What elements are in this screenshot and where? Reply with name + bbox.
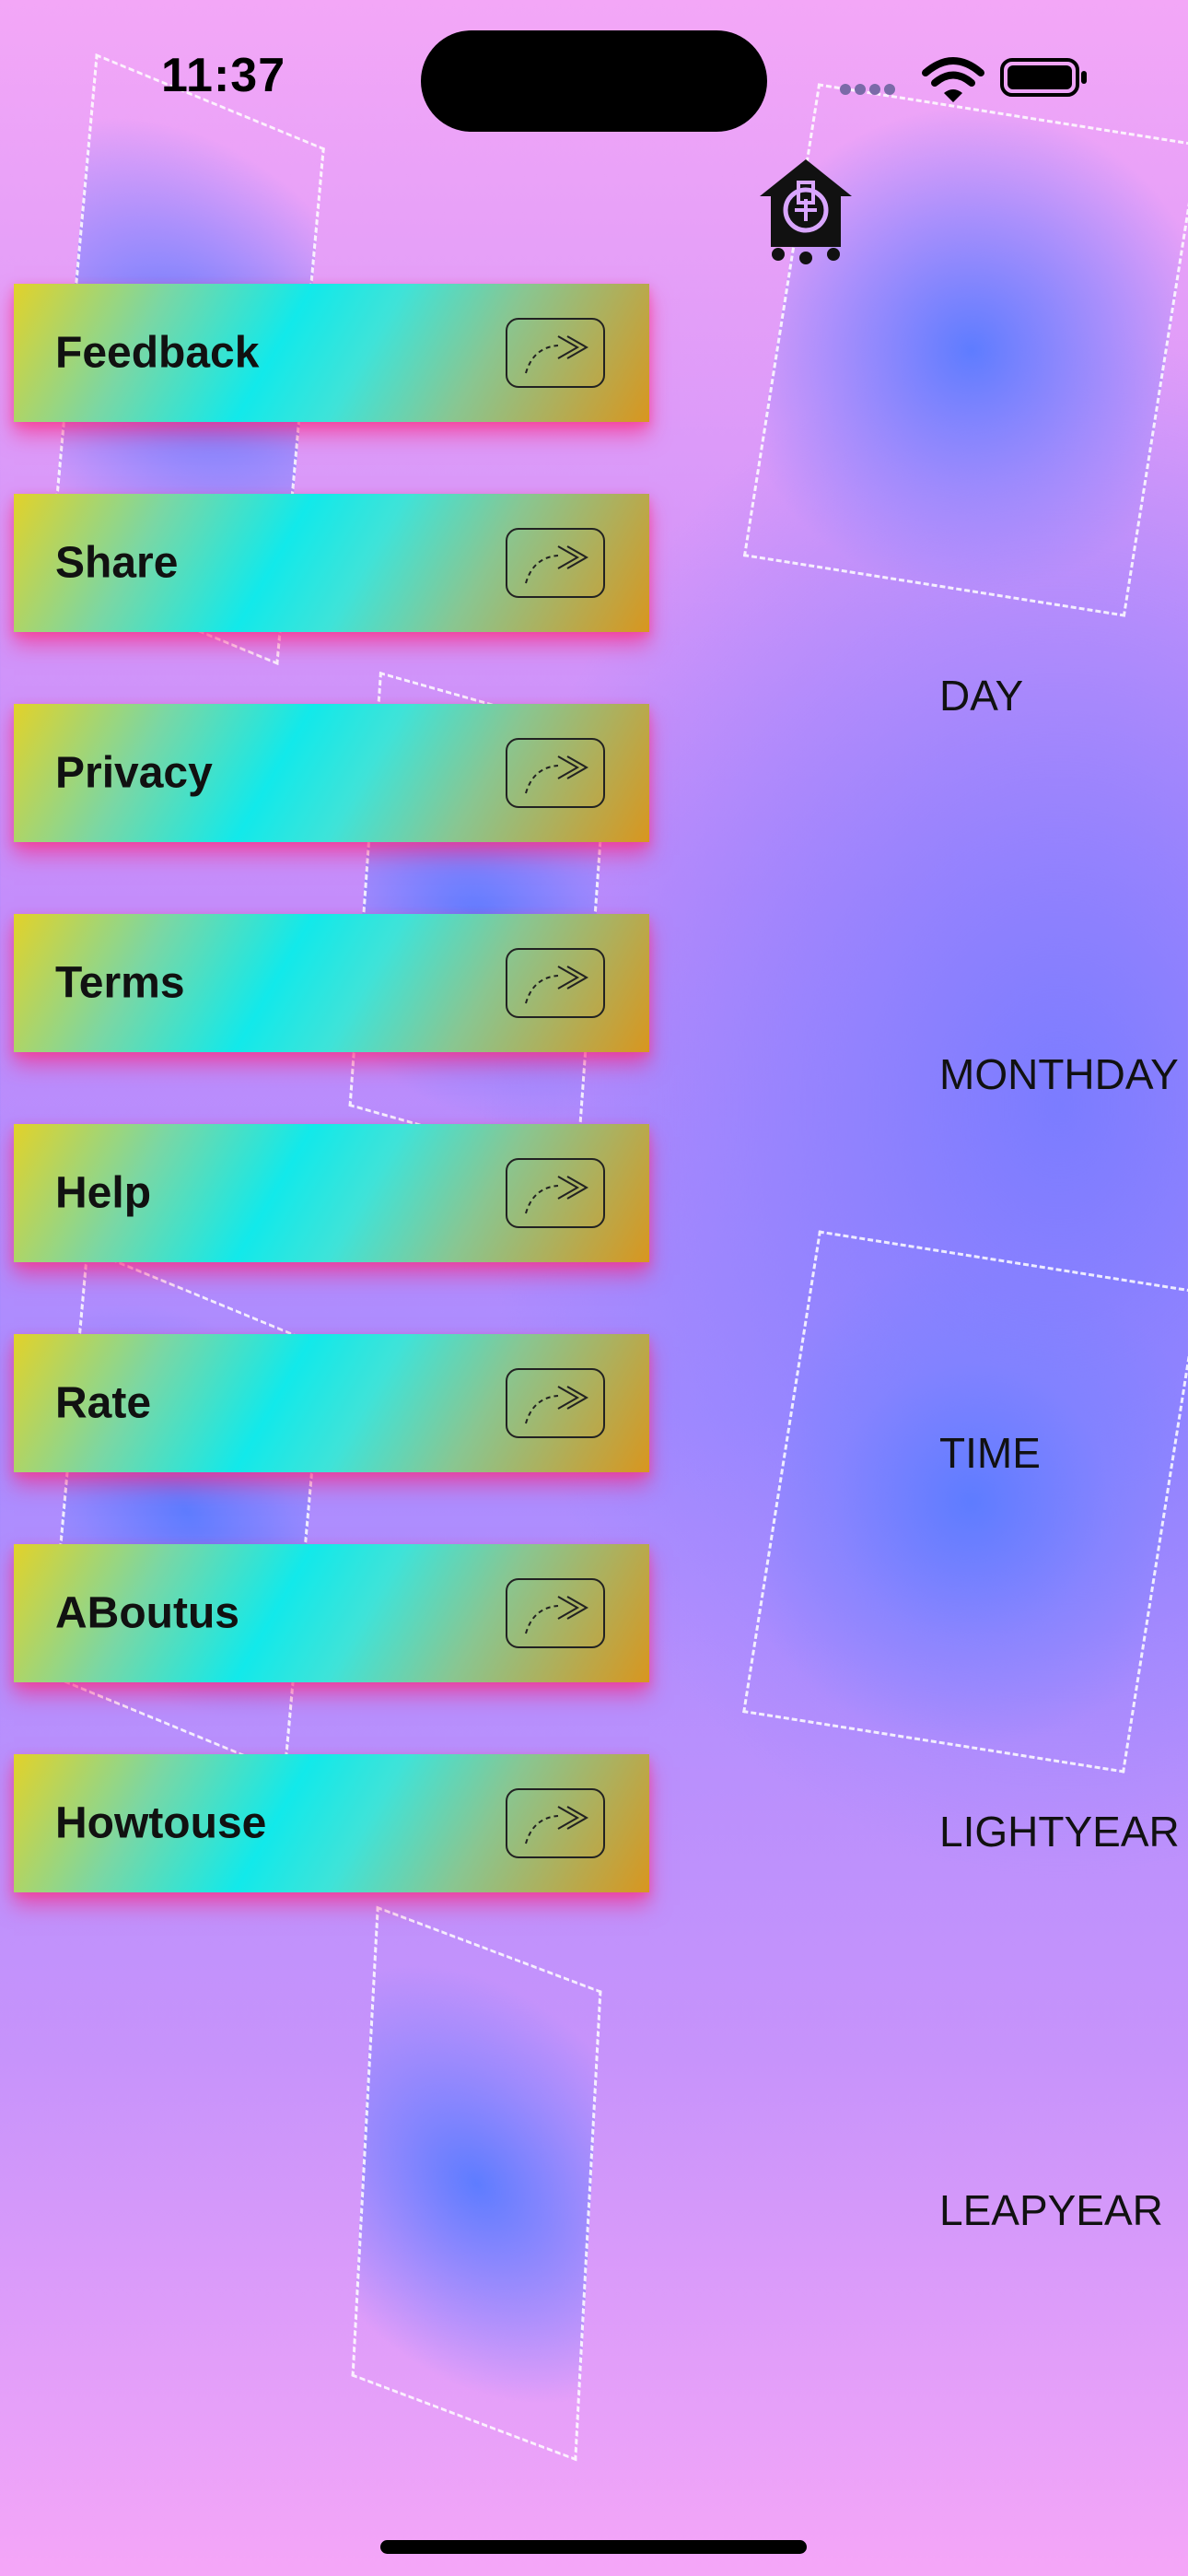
privacy-button[interactable]: Privacy [14, 704, 649, 842]
aboutus-button[interactable]: ABoutus [14, 1544, 649, 1682]
feedback-button[interactable]: Feedback [14, 284, 649, 422]
menu-item-label: Howtouse [55, 1798, 267, 1848]
menu-item-label: ABoutus [55, 1588, 239, 1638]
wifi-icon [922, 57, 984, 102]
arrow-forward-icon [506, 1368, 605, 1438]
arrow-forward-icon [506, 738, 605, 808]
status-time: 11:37 [161, 49, 286, 102]
unit-label-leapyear[interactable]: LEAPYEAR [939, 2185, 1163, 2235]
arrow-forward-icon [506, 1788, 605, 1858]
decorative-frame [351, 1905, 602, 2462]
menu-item-label: Feedback [55, 328, 260, 378]
unit-label-day[interactable]: DAY [939, 671, 1023, 720]
menu-item-label: Privacy [55, 748, 213, 798]
menu-item-label: Rate [55, 1378, 152, 1428]
share-button[interactable]: Share [14, 494, 649, 632]
birdhouse-logo-icon [760, 159, 852, 264]
battery-icon [1000, 58, 1087, 97]
dynamic-island [421, 30, 767, 132]
cellular-icon [840, 84, 895, 95]
menu-item-label: Terms [55, 958, 185, 1008]
decorative-frame [742, 1230, 1188, 1774]
unit-label-lightyear[interactable]: LIGHTYEAR [939, 1807, 1180, 1856]
terms-button[interactable]: Terms [14, 914, 649, 1052]
unit-label-monthday[interactable]: MONTHDAY [939, 1049, 1179, 1099]
howtouse-button[interactable]: Howtouse [14, 1754, 649, 1892]
home-indicator[interactable] [380, 2540, 807, 2554]
arrow-forward-icon [506, 528, 605, 598]
arrow-forward-icon [506, 948, 605, 1018]
decorative-frame [47, 1247, 325, 1774]
menu-item-label: Help [55, 1168, 152, 1218]
arrow-forward-icon [506, 318, 605, 388]
help-button[interactable]: Help [14, 1124, 649, 1262]
rate-button[interactable]: Rate [14, 1334, 649, 1472]
arrow-forward-icon [506, 1158, 605, 1228]
menu-item-label: Share [55, 538, 179, 588]
arrow-forward-icon [506, 1578, 605, 1648]
unit-label-time[interactable]: TIME [939, 1428, 1041, 1478]
status-icons [838, 51, 1087, 106]
